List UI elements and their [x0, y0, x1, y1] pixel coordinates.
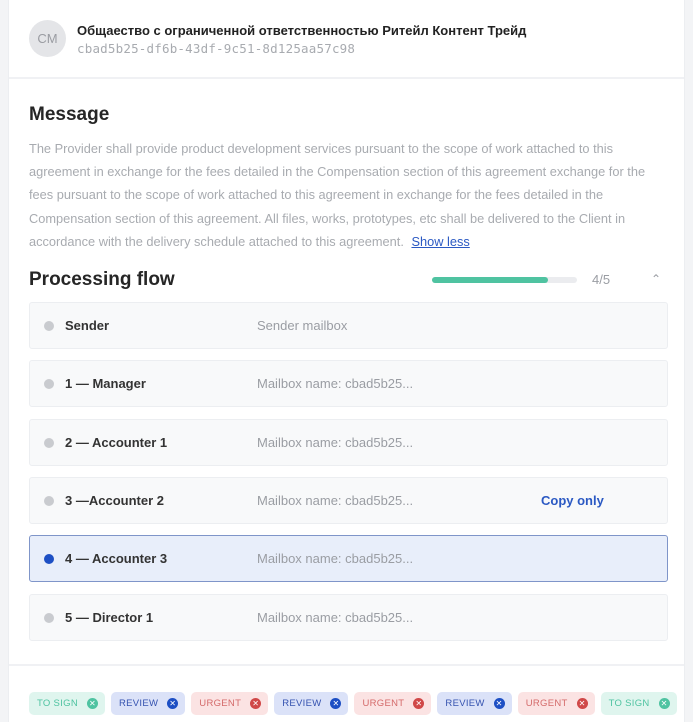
tag-label: REVIEW: [119, 698, 159, 709]
tag-sign[interactable]: TO SIGN ✕: [29, 692, 105, 715]
avatar: CM: [29, 20, 66, 57]
tag-review[interactable]: REVIEW ✕: [111, 692, 186, 715]
close-icon[interactable]: ✕: [250, 698, 262, 709]
step-mailbox: Mailbox name: cbad5b25...: [257, 376, 414, 392]
sender-header: CM Общаество с ограниченной ответственно…: [9, 0, 684, 79]
close-icon[interactable]: ✕: [87, 698, 98, 709]
chevron-up-icon[interactable]: ⌃: [651, 272, 661, 286]
document-card: CM Общаество с ограниченной ответственно…: [8, 0, 685, 722]
step-mailbox: Mailbox name: cbad5b25...: [257, 492, 414, 508]
tag-urgent[interactable]: URGENT ✕: [191, 692, 269, 715]
close-icon[interactable]: ✕: [167, 698, 179, 709]
tag-label: TO SIGN: [608, 698, 650, 709]
status-dot-icon: [44, 321, 54, 331]
step-note: Copy only: [541, 492, 604, 508]
status-dot-icon: [44, 495, 54, 506]
flow-step-row[interactable]: 4 — Accounter 3 Mailbox name: cbad5b25..…: [29, 535, 668, 583]
tag-urgent[interactable]: URGENT ✕: [517, 692, 595, 715]
tag-urgent[interactable]: URGENT ✕: [354, 692, 432, 715]
message-text: The Provider shall provide product devel…: [29, 141, 646, 249]
step-name: Sender: [65, 318, 110, 333]
tag-label: REVIEW: [282, 698, 322, 709]
organization-name: Общаество с ограниченной ответственность…: [77, 23, 527, 38]
close-icon[interactable]: ✕: [493, 698, 505, 709]
flow-step-row[interactable]: 3 —Accounter 2 Mailbox name: cbad5b25...…: [29, 476, 668, 524]
step-mailbox: Mailbox name: cbad5b25...: [257, 434, 414, 450]
flow-step-row[interactable]: Sender Sender mailbox: [29, 302, 668, 349]
step-name: 5 — Director 1: [65, 609, 154, 625]
processing-flow-title: Processing flow: [29, 269, 175, 290]
tag-label: REVIEW: [445, 698, 485, 709]
tag-label: TO SIGN: [37, 698, 78, 709]
flow-progress-bar: [432, 277, 577, 283]
show-less-link[interactable]: Show less: [411, 234, 469, 249]
step-name: 4 — Accounter 3: [65, 551, 168, 567]
step-name: 3 —Accounter 2: [65, 492, 164, 508]
status-dot-icon: [44, 437, 54, 448]
flow-progress-count: 4/5: [592, 272, 611, 287]
status-dot-icon: [44, 379, 54, 390]
step-name: 2 — Accounter 1: [65, 434, 168, 450]
message-title: Message: [29, 104, 110, 125]
flow-step-row[interactable]: 5 — Director 1 Mailbox name: cbad5b25...: [29, 593, 668, 641]
flow-step-row[interactable]: 2 — Accounter 1 Mailbox name: cbad5b25..…: [29, 418, 668, 466]
step-mailbox: Mailbox name: cbad5b25...: [257, 609, 414, 625]
step-mailbox: Mailbox name: cbad5b25...: [257, 551, 414, 567]
divider: [9, 664, 684, 666]
step-mailbox: Sender mailbox: [257, 318, 348, 333]
close-icon[interactable]: ✕: [576, 698, 588, 709]
tag-review[interactable]: REVIEW ✕: [437, 692, 512, 715]
tag-list: TO SIGN ✕ REVIEW ✕ URGENT ✕ REVIEW ✕ URGENT ✕ REVI…: [29, 692, 677, 715]
tag-label: URGENT: [362, 698, 405, 709]
step-name: 1 — Manager: [65, 376, 146, 392]
flow-step-row[interactable]: 1 — Manager Mailbox name: cbad5b25...: [29, 360, 668, 408]
flow-progress-fill: [432, 277, 548, 283]
tag-review[interactable]: REVIEW ✕: [274, 692, 349, 715]
tag-label: URGENT: [525, 698, 568, 709]
tag-sign[interactable]: TO SIGN ✕: [600, 692, 677, 715]
close-icon[interactable]: ✕: [330, 698, 342, 709]
status-dot-icon: [44, 612, 54, 623]
close-icon[interactable]: ✕: [413, 698, 425, 709]
close-icon[interactable]: ✕: [658, 698, 670, 709]
message-body: The Provider shall provide product devel…: [29, 137, 669, 253]
tag-label: URGENT: [199, 698, 242, 709]
organization-id: cbad5b25-df6b-43df-9c51-8d125aa57c98: [77, 41, 356, 56]
status-dot-icon: [44, 554, 54, 565]
